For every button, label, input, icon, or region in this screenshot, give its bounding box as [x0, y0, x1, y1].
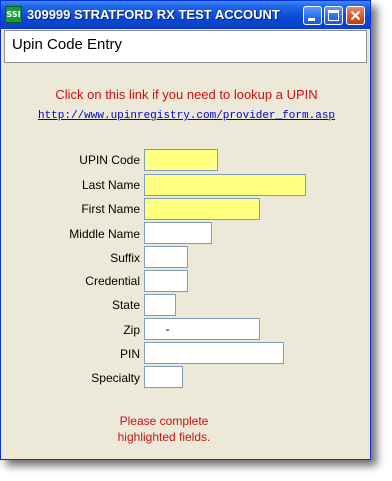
- last-name-label: Last Name: [81, 178, 140, 192]
- minimize-button[interactable]: [303, 6, 322, 25]
- first-name-input[interactable]: [144, 198, 260, 220]
- specialty-label: Specialty: [91, 371, 140, 385]
- maximize-button[interactable]: [324, 6, 343, 25]
- credential-label: Credential: [85, 274, 140, 288]
- upin-code-input[interactable]: [144, 149, 218, 171]
- minimize-icon: [308, 18, 315, 21]
- close-icon: [350, 10, 361, 21]
- lookup-prompt: Click on this link if you need to lookup…: [55, 87, 318, 102]
- zip-input[interactable]: -: [144, 318, 260, 340]
- state-label: State: [111, 298, 140, 312]
- page-title: Upin Code Entry: [12, 36, 123, 53]
- required-fields-note: Please complete highlighted fields.: [1, 413, 327, 445]
- last-name-input[interactable]: [144, 174, 306, 196]
- header-panel: Upin Code Entry: [4, 30, 367, 63]
- first-name-label: First Name: [81, 202, 140, 216]
- close-button[interactable]: [346, 6, 365, 25]
- maximize-icon: [328, 10, 339, 21]
- credential-input[interactable]: [144, 270, 188, 292]
- specialty-input[interactable]: [144, 366, 183, 388]
- zip-label: Zip: [123, 323, 140, 337]
- pin-label: PIN: [119, 347, 140, 361]
- app-icon: SSI: [5, 6, 22, 23]
- upin-registry-link[interactable]: http://www.upinregistry.com/provider_for…: [1, 110, 372, 122]
- note-line-2: highlighted fields.: [117, 430, 211, 444]
- middle-name-input[interactable]: [144, 222, 212, 244]
- window-title: 309999 STRATFORD RX TEST ACCOUNT: [27, 7, 280, 22]
- title-bar[interactable]: SSI 309999 STRATFORD RX TEST ACCOUNT: [1, 1, 370, 29]
- upin-code-label: UPIN Code: [79, 153, 140, 167]
- state-input[interactable]: [144, 294, 176, 316]
- upin-entry-window: SSI 309999 STRATFORD RX TEST ACCOUNT Upi…: [0, 0, 371, 460]
- note-line-1: Please complete: [119, 414, 209, 428]
- middle-name-label: Middle Name: [69, 227, 140, 241]
- suffix-input[interactable]: [144, 246, 188, 268]
- suffix-label: Suffix: [110, 251, 140, 265]
- pin-input[interactable]: [144, 342, 284, 364]
